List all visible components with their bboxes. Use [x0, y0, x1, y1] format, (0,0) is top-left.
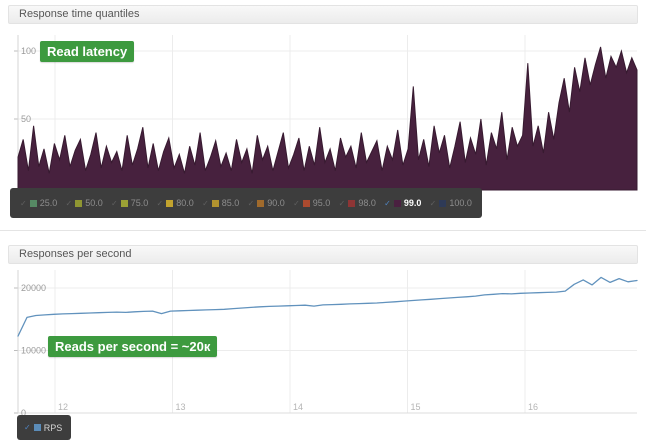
rps-line-series: [17, 276, 638, 337]
svg-text:13: 13: [176, 402, 186, 412]
legend-item-rps[interactable]: ✓ RPS: [24, 423, 62, 433]
check-icon: ✓: [156, 198, 164, 208]
panel-header-responses-per-second[interactable]: Responses per second: [8, 245, 638, 264]
series-color-swatch: [75, 199, 83, 207]
svg-text:20000: 20000: [21, 283, 46, 293]
series-color-swatch: [393, 199, 401, 207]
legend-label: 90.0: [267, 198, 285, 208]
svg-text:12: 12: [58, 402, 68, 412]
svg-text:16: 16: [528, 402, 538, 412]
series-color-swatch: [166, 199, 174, 207]
legend-label: 75.0: [130, 198, 149, 208]
series-color-swatch: [439, 199, 447, 207]
rps-legend-bar: ✓ RPS: [17, 415, 71, 440]
svg-text:14: 14: [293, 402, 303, 412]
check-icon: ✓: [338, 198, 346, 208]
legend-label: RPS: [43, 422, 63, 433]
svg-text:100: 100: [21, 46, 36, 56]
series-color-swatch: [211, 199, 219, 207]
check-icon: ✓: [293, 198, 300, 208]
legend-label: 85.0: [221, 198, 240, 208]
legend-label: 80.0: [176, 198, 194, 208]
latency-area-series: [17, 46, 638, 191]
series-color-swatch: [33, 424, 41, 431]
legend-item-98.0[interactable]: ✓ 98.0: [339, 198, 376, 208]
legend-item-25.0[interactable]: ✓ 25.0: [20, 198, 57, 208]
legend-item-85.0[interactable]: ✓ 85.0: [202, 198, 239, 208]
series-color-swatch: [348, 199, 356, 207]
panel-title: Response time quantiles: [19, 8, 140, 20]
charts-canvas: 5010012 13 14 15 1601000020000: [14, 35, 638, 418]
legend-label: 50.0: [85, 198, 103, 208]
rps-annotation: Reads per second = ~20к: [48, 336, 218, 357]
check-icon: ✓: [65, 198, 73, 208]
panel-header-response-time-quantiles[interactable]: Response time quantiles: [8, 5, 638, 24]
legend-label: 100.0: [449, 198, 472, 208]
legend-label: 99.0: [403, 198, 422, 208]
quantiles-legend-bar: ✓ 25.0 ✓ 50.0 ✓ 75.0 ✓ 80.0 ✓ 85.0 ✓ 90.0 ✓ 95.0 ✓ 98.0…: [10, 188, 482, 218]
latency-annotation: Read latency: [40, 41, 135, 62]
legend-item-90.0[interactable]: ✓ 90.0: [248, 198, 285, 208]
legend-item-80.0[interactable]: ✓ 80.0: [157, 198, 194, 208]
legend-label: 95.0: [312, 198, 331, 208]
check-icon: ✓: [429, 198, 437, 208]
series-color-swatch: [257, 199, 265, 207]
check-icon: ✓: [20, 198, 27, 208]
dashboard: 50 100 12 13 14 15 16 0 10000 20000 Response time…: [0, 0, 646, 445]
svg-text:15: 15: [411, 402, 421, 412]
legend-item-100.0[interactable]: ✓ 100.0: [430, 198, 472, 208]
check-icon: ✓: [384, 198, 391, 208]
check-icon: ✓: [24, 423, 31, 432]
check-icon: ✓: [111, 198, 118, 208]
legend-item-50.0[interactable]: ✓ 50.0: [66, 198, 103, 208]
legend-label: 25.0: [39, 198, 58, 208]
check-icon: ✓: [202, 198, 209, 208]
legend-item-75.0[interactable]: ✓ 75.0: [111, 198, 148, 208]
legend-item-99.0[interactable]: ✓ 99.0: [384, 198, 421, 208]
panel-title: Responses per second: [19, 248, 132, 260]
series-color-swatch: [29, 199, 37, 207]
series-color-swatch: [120, 199, 128, 207]
svg-text:10000: 10000: [21, 346, 46, 356]
panel-divider: [0, 230, 646, 231]
svg-text:50: 50: [21, 114, 31, 124]
legend-item-95.0[interactable]: ✓ 95.0: [293, 198, 330, 208]
series-color-swatch: [302, 199, 310, 207]
check-icon: ✓: [247, 198, 255, 208]
legend-label: 98.0: [358, 198, 376, 208]
